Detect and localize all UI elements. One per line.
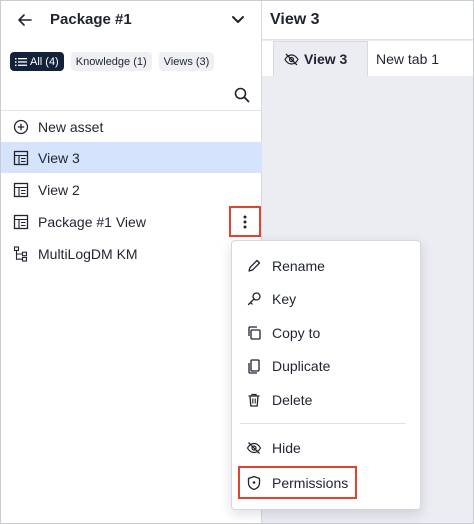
sidebar-header: Package #1: [1, 1, 262, 39]
trash-icon: [248, 393, 260, 407]
menu-item-label: Duplicate: [272, 358, 331, 374]
plus-circle-icon: [13, 119, 29, 134]
tree-item-package-view[interactable]: Package #1 View: [1, 206, 262, 237]
filter-views-label: Views (3): [163, 55, 210, 68]
tab-new-tab-1[interactable]: New tab 1: [376, 41, 456, 76]
filter-knowledge-chip[interactable]: Knowledge (1): [70, 52, 152, 71]
menu-item-label: Delete: [272, 392, 313, 408]
tree-item-label: View 3: [38, 149, 80, 166]
tree-item-new-asset[interactable]: New asset: [1, 111, 262, 142]
view-header: View 3: [262, 1, 473, 40]
tree-item-label: Package #1 View: [38, 213, 146, 230]
menu-item-label: Permissions: [272, 475, 349, 491]
view-grid-icon: [13, 150, 29, 165]
search-icon[interactable]: [232, 85, 252, 105]
context-menu: Rename Key Copy to Duplicate Delete Hide…: [231, 240, 421, 510]
view-grid-icon: [13, 182, 29, 197]
menu-item-duplicate[interactable]: Duplicate: [232, 351, 420, 381]
duplicate-icon: [248, 359, 260, 374]
back-arrow-icon[interactable]: [15, 10, 35, 30]
shield-icon: [247, 475, 261, 491]
tree-item-label: New asset: [38, 118, 104, 135]
pencil-icon: [248, 259, 261, 272]
tab-label: View 3: [304, 51, 348, 67]
menu-item-hide[interactable]: Hide: [232, 433, 420, 463]
menu-item-key[interactable]: Key: [232, 284, 420, 314]
menu-divider: [240, 423, 406, 424]
filter-all-label: All (4): [30, 55, 59, 68]
filter-all-chip[interactable]: All (4): [10, 52, 64, 71]
chevron-down-icon[interactable]: [228, 11, 248, 29]
key-icon: [247, 292, 261, 306]
menu-item-label: Copy to: [272, 325, 321, 341]
menu-item-delete[interactable]: Delete: [232, 385, 420, 415]
menu-item-rename[interactable]: Rename: [232, 251, 420, 281]
more-options-button[interactable]: [229, 206, 261, 237]
asset-sidebar: Package #1 All (4) Knowledge (1) Views (…: [1, 1, 262, 523]
menu-item-label: Key: [272, 291, 297, 307]
tree-item-view-2[interactable]: View 2: [1, 174, 262, 205]
filter-views-chip[interactable]: Views (3): [158, 52, 215, 71]
menu-item-label: Hide: [272, 440, 301, 456]
tab-view-3[interactable]: View 3: [273, 41, 368, 76]
copy-icon: [248, 326, 261, 340]
filter-knowledge-label: Knowledge (1): [75, 55, 147, 68]
view-grid-icon: [13, 214, 29, 229]
tree-item-view-3[interactable]: View 3: [1, 142, 262, 173]
tree-structure-icon: [13, 245, 28, 262]
menu-item-permissions[interactable]: Permissions: [232, 468, 420, 498]
package-title: Package #1: [50, 11, 132, 28]
tree-item-multilogdm-km[interactable]: MultiLogDM KM: [1, 238, 262, 269]
menu-item-copy-to[interactable]: Copy to: [232, 318, 420, 348]
list-icon: [15, 57, 27, 66]
eye-off-icon: [284, 53, 299, 65]
more-vertical-icon: [243, 215, 247, 228]
filter-chips: All (4) Knowledge (1) Views (3): [10, 52, 215, 71]
view-title: View 3: [270, 11, 320, 28]
menu-item-label: Rename: [272, 258, 325, 274]
tab-bar: View 3 New tab 1: [262, 41, 473, 76]
tab-label: New tab 1: [376, 50, 440, 67]
tree-item-label: MultiLogDM KM: [38, 245, 138, 262]
eye-off-icon: [246, 442, 262, 454]
tree-item-label: View 2: [38, 181, 80, 198]
